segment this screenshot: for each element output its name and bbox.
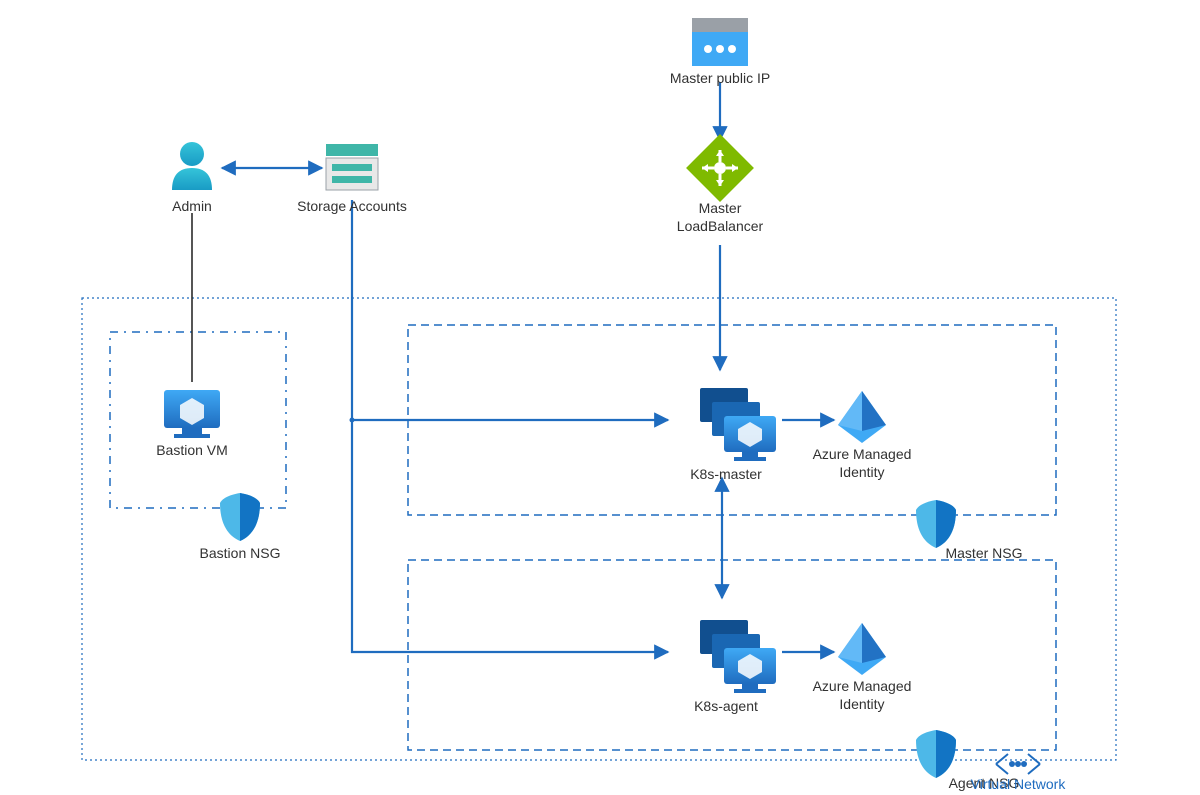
public-ip-label: Master public IP	[640, 70, 800, 88]
storage-accounts-label: Storage Accounts	[272, 198, 432, 216]
bastion-vm-label: Bastion VM	[112, 442, 272, 460]
bastion-nsg-shield-icon	[220, 493, 260, 541]
agent-nsg-shield-icon	[916, 730, 956, 778]
agent-identity-label: Azure ManagedIdentity	[782, 678, 942, 713]
storage-accounts-icon	[326, 144, 378, 190]
master-nsg-label: Master NSG	[904, 545, 1064, 563]
diagram-svg	[0, 0, 1200, 795]
bastion-vm-icon	[164, 390, 220, 438]
admin-label: Admin	[112, 198, 272, 216]
public-ip-icon	[692, 18, 748, 66]
admin-user-icon	[172, 142, 212, 190]
load-balancer-label: MasterLoadBalancer	[640, 200, 800, 235]
master-identity-label: Azure ManagedIdentity	[782, 446, 942, 481]
master-nsg-shield-icon	[916, 500, 956, 548]
edge-storage-agent	[352, 420, 668, 652]
load-balancer-icon	[686, 134, 754, 202]
edge-storage-master	[352, 200, 668, 420]
diagram-canvas: Admin Storage Accounts Master public IP …	[0, 0, 1200, 795]
managed-identity-agent-icon	[838, 623, 886, 675]
virtual-network-label: Virtual Network	[938, 776, 1098, 794]
k8s-master-vm-stack-icon	[700, 388, 776, 461]
bastion-nsg-label: Bastion NSG	[160, 545, 320, 563]
virtual-network-icon	[996, 754, 1040, 774]
managed-identity-master-icon	[838, 391, 886, 443]
k8s-agent-vm-stack-icon	[700, 620, 776, 693]
